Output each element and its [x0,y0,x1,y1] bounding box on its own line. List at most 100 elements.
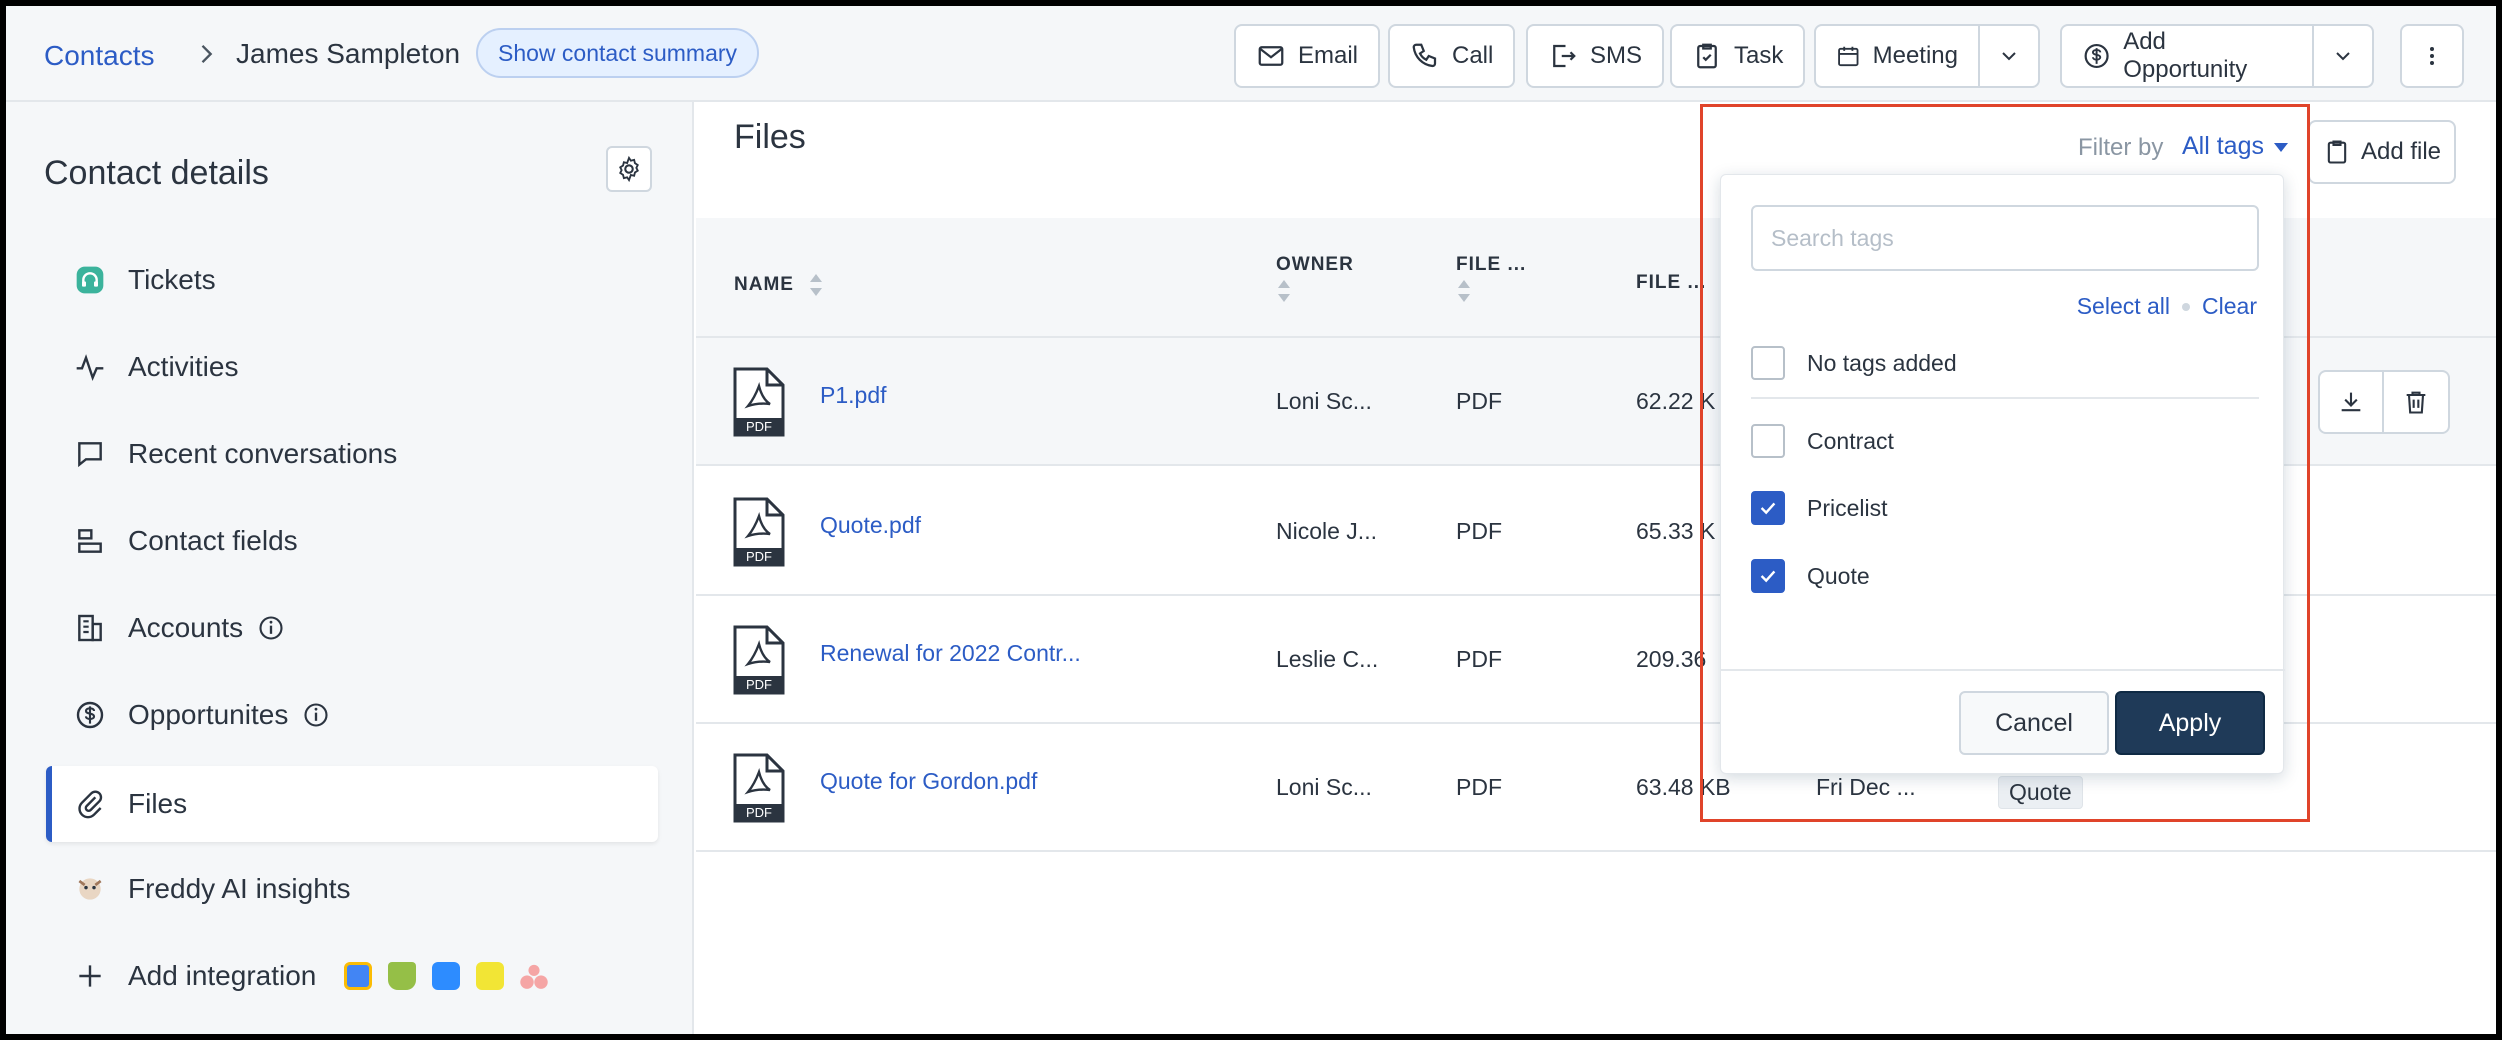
more-options-button[interactable] [2400,24,2464,88]
call-label: Call [1452,42,1494,69]
calendar-icon [1838,46,1859,67]
file-name-link[interactable]: Quote for Gordon.pdf [820,768,1037,795]
tag-option-no-tags[interactable]: No tags added [1751,343,2259,383]
checkbox-checked[interactable] [1751,559,1785,593]
task-button[interactable]: Task [1670,24,1806,88]
checkbox[interactable] [1751,424,1785,458]
email-label: Email [1298,42,1359,69]
tag-option-contract[interactable]: Contract [1751,421,2259,461]
sms-button[interactable]: SMS [1526,24,1665,88]
freddy-icon [78,878,102,900]
sidebar-item-label: Contact fields [128,525,298,556]
tag-option-quote[interactable]: Quote [1751,556,2259,596]
integration-icons [344,962,549,990]
activity-icon [76,354,104,382]
file-type: PDF [1456,646,1502,672]
cancel-button[interactable]: Cancel [1959,691,2109,755]
sidebar-item-opportunities[interactable]: Opportunites [46,677,658,753]
download-app-icon[interactable] [476,962,505,990]
delete-button[interactable] [2384,370,2450,434]
pdf-file-icon: PDF [733,625,785,695]
filter-by-label: Filter by [2078,134,2164,161]
sidebar-item-add-integration[interactable]: Add integration [46,938,658,1014]
sidebar-item-label: Accounts [128,612,244,643]
file-type: PDF [1456,774,1502,800]
pdf-file-icon: PDF [733,753,785,823]
call-button[interactable]: Call [1388,24,1516,88]
checkmark-icon [1760,502,1776,515]
building-icon [78,614,102,642]
headset-icon [76,266,104,294]
divider [1751,397,2259,399]
caret-down-icon [2273,142,2288,152]
mail-icon [1258,46,1284,66]
sidebar-item-label: Activities [128,351,239,382]
meeting-dropdown-button[interactable] [1978,24,2040,88]
file-owner: Nicole J... [1276,518,1377,544]
file-name-link[interactable]: Renewal for 2022 Contr... [820,640,1081,667]
download-icon [2341,392,2361,412]
add-opportunity-dropdown-button[interactable] [2312,24,2374,88]
add-opportunity-label: Add Opportunity [2123,28,2248,83]
dollar-circle-icon [2084,43,2109,69]
meeting-button[interactable]: Meeting [1814,24,1980,88]
column-file-size-header[interactable]: FILE ... [1636,272,1706,294]
email-button[interactable]: Email [1234,24,1381,88]
add-opportunity-button[interactable]: Add Opportunity [2060,24,2314,88]
tag-option-label: Quote [1807,562,1870,589]
app-window: Contacts James Sampleton Show contact su… [0,0,2502,1040]
add-file-button[interactable]: Add file [2308,120,2456,184]
sidebar-item-recent-conversations[interactable]: Recent conversations [46,416,658,492]
sort-icon [1458,280,1470,302]
breadcrumb-contacts-link[interactable]: Contacts [44,40,155,72]
clipboard-icon [2327,140,2347,164]
sidebar-item-activities[interactable]: Activities [46,329,658,405]
column-name-header[interactable]: NAME [734,272,824,298]
sidebar-item-freddy-ai-insights[interactable]: Freddy AI insights [46,851,658,927]
file-name-link[interactable]: Quote.pdf [820,512,921,539]
chevron-down-icon [2002,52,2016,61]
asana-icon[interactable] [520,962,549,990]
info-icon[interactable] [257,614,285,642]
search-tags-input[interactable] [1751,205,2259,271]
checkbox-checked[interactable] [1751,491,1785,525]
file-name-link[interactable]: P1.pdf [820,382,887,409]
pdf-badge: PDF [746,549,772,564]
tag-option-label: No tags added [1807,349,1957,376]
pdf-badge: PDF [746,805,772,820]
download-button[interactable] [2318,370,2384,434]
show-contact-summary-button[interactable]: Show contact summary [476,28,760,78]
pdf-badge: PDF [746,677,772,692]
zoom-icon[interactable] [432,962,461,990]
column-label: FILE ... [1636,272,1707,293]
sidebar-settings-button[interactable] [606,146,652,192]
pdf-badge: PDF [746,419,772,434]
column-file-type-header[interactable]: FILE ... [1456,254,1526,310]
chevron-down-icon [2336,52,2350,61]
select-all-link[interactable]: Select all [2077,293,2170,320]
info-icon[interactable] [302,701,330,729]
filter-value-label: All tags [2182,132,2264,160]
tag-option-label: Contract [1807,427,1894,454]
clear-link[interactable]: Clear [2202,293,2257,320]
top-bar: Contacts James Sampleton Show contact su… [6,6,2496,102]
file-size: 209.36 [1636,646,1707,672]
apply-button[interactable]: Apply [2115,691,2265,755]
tag-filter-toggle[interactable]: All tags [2182,132,2290,161]
shopify-icon[interactable] [388,962,417,990]
column-owner-header[interactable]: OWNER [1276,254,1354,310]
sidebar-item-files[interactable]: Files [46,766,658,842]
checkmark-icon [1760,570,1776,583]
file-owner: Leslie C... [1276,646,1379,672]
sms-icon [1553,44,1576,68]
tag-option-label: Pricelist [1807,494,1888,521]
divider [1721,669,2285,671]
sidebar-item-tickets[interactable]: Tickets [46,242,658,318]
google-calendar-icon[interactable] [344,962,373,990]
tag-option-pricelist[interactable]: Pricelist [1751,488,2259,528]
sidebar-item-accounts[interactable]: Accounts [46,590,658,666]
sort-icon [1278,280,1290,302]
checkbox[interactable] [1751,346,1785,380]
page-title: Files [734,118,806,156]
sidebar-item-contact-fields[interactable]: Contact fields [46,503,658,579]
